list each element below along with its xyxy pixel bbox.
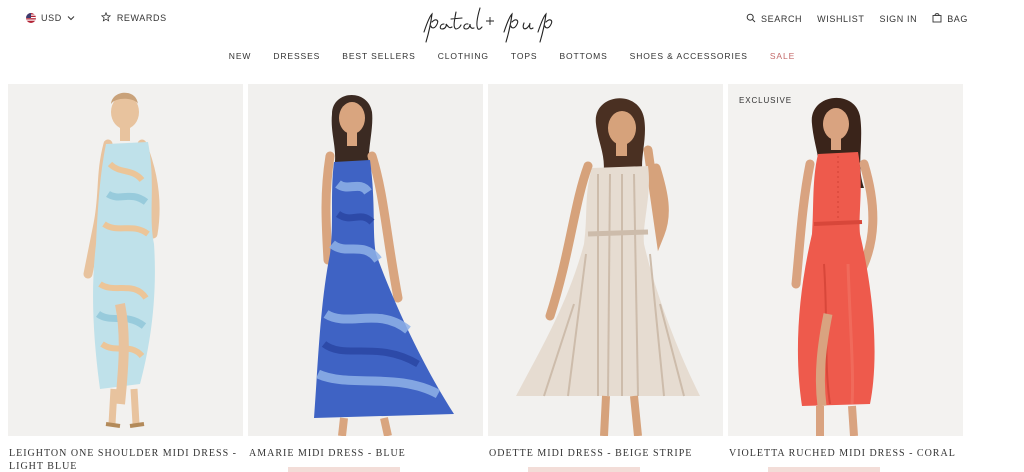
product-image[interactable]	[8, 84, 243, 436]
brand-logo[interactable]	[418, 2, 558, 44]
product-card[interactable]: AMARIE MIDI DRESS - BLUE	[248, 84, 483, 472]
search-label: SEARCH	[761, 13, 803, 24]
product-card[interactable]: EXCLUSIVE VIOLETTA RUCHED MIDI DRESS - C…	[728, 84, 963, 472]
nav-dresses[interactable]: DRESSES	[262, 51, 331, 61]
model-coral-dress-image	[728, 84, 963, 436]
rewards-label: REWARDS	[116, 13, 167, 23]
nav-bottoms[interactable]: BOTTOMS	[548, 51, 618, 61]
product-card[interactable]: LEIGHTON ONE SHOULDER MIDI DRESS - LIGHT…	[8, 84, 243, 472]
bag-label: BAG	[947, 13, 968, 24]
bag-button[interactable]: BAG	[932, 12, 968, 25]
product-image[interactable]	[248, 84, 483, 436]
price-placeholder	[528, 467, 640, 472]
product-image[interactable]	[728, 84, 963, 436]
exclusive-badge: EXCLUSIVE	[739, 96, 793, 105]
nav-sale[interactable]: SALE	[759, 51, 806, 61]
top-left-utilities: USD REWARDS	[26, 11, 167, 24]
sign-in-link[interactable]: SIGN IN	[879, 14, 917, 24]
model-beige-stripe-dress-image	[488, 84, 723, 436]
product-name[interactable]: AMARIE MIDI DRESS - BLUE	[249, 448, 481, 461]
currency-label: USD	[41, 13, 62, 23]
logo-script-icon	[423, 7, 553, 43]
nav-clothing[interactable]: CLOTHING	[427, 51, 500, 61]
product-name[interactable]: ODETTE MIDI DRESS - BEIGE STRIPE	[489, 448, 721, 461]
top-right-utilities: SEARCH WISHLIST SIGN IN BAG	[731, 12, 968, 25]
model-blue-dress-image	[248, 84, 483, 436]
price-placeholder	[768, 467, 880, 472]
product-grid: LEIGHTON ONE SHOULDER MIDI DRESS - LIGHT…	[8, 84, 968, 472]
star-icon	[100, 11, 112, 24]
price-placeholder	[288, 467, 400, 472]
nav-new[interactable]: NEW	[218, 51, 263, 61]
search-button[interactable]: SEARCH	[746, 13, 802, 25]
product-name[interactable]: LEIGHTON ONE SHOULDER MIDI DRESS - LIGHT…	[9, 448, 241, 472]
nav-shoes-accessories[interactable]: SHOES & ACCESSORIES	[619, 51, 759, 61]
top-bar: USD REWARDS SEARCH WISHLIST SIGN IN BAG	[0, 0, 1024, 43]
main-navigation: NEW DRESSES BEST SELLERS CLOTHING TOPS B…	[0, 51, 1024, 61]
nav-best-sellers[interactable]: BEST SELLERS	[331, 51, 426, 61]
sign-in-label: SIGN IN	[879, 13, 918, 24]
wishlist-label: WISHLIST	[817, 13, 865, 24]
search-icon	[746, 13, 756, 25]
product-card[interactable]: ODETTE MIDI DRESS - BEIGE STRIPE	[488, 84, 723, 472]
product-name[interactable]: VIOLETTA RUCHED MIDI DRESS - CORAL	[729, 448, 961, 461]
bag-icon	[932, 12, 942, 25]
wishlist-link[interactable]: WISHLIST	[817, 14, 864, 24]
currency-selector[interactable]: USD	[26, 13, 75, 23]
product-image[interactable]	[488, 84, 723, 436]
rewards-link[interactable]: REWARDS	[100, 11, 167, 24]
model-light-blue-dress-image	[8, 84, 243, 436]
chevron-down-icon	[67, 13, 75, 23]
nav-tops[interactable]: TOPS	[500, 51, 549, 61]
us-flag-icon	[26, 13, 36, 23]
